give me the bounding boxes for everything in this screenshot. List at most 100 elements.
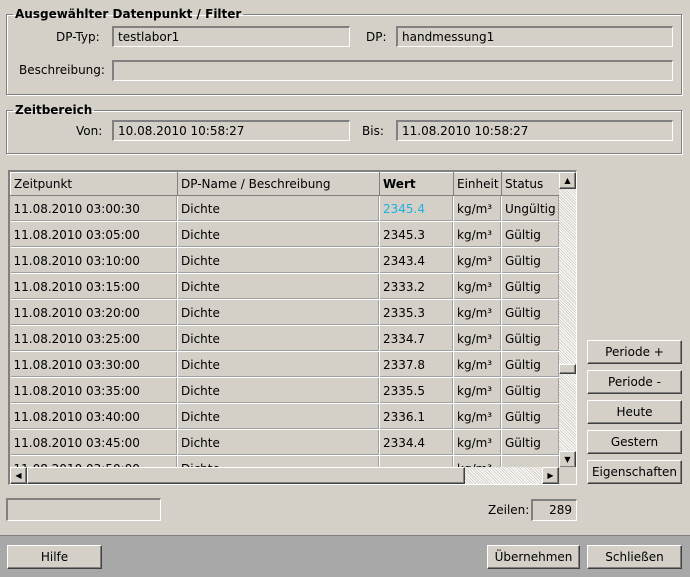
cell-zeitpunkt: 11.08.2010 03:05:00 [10,221,178,248]
table-row[interactable]: 11.08.2010 03:45:00 Dichte 2334.4 kg/m³ Gült… [10,429,559,456]
column-header-wert[interactable]: Wert [379,172,454,196]
cell-dp-name: Dichte [177,429,380,456]
dp-label: DP: [366,30,387,44]
horizontal-scrollbar[interactable]: ◀ ▶ [10,467,559,484]
table-row[interactable]: 11.08.2010 03:05:00 Dichte 2345.3 kg/m³ Gült… [10,221,559,248]
cell-dp-name: Dichte [177,273,380,300]
cell-status: Gültig [501,403,559,430]
bis-label: Bis: [362,124,384,138]
cell-einheit: kg/m³ [453,403,502,430]
dp-typ-field[interactable]: testlabor1 [112,26,350,47]
dp-typ-label: DP-Typ: [56,30,100,44]
periode-minus-button[interactable]: Periode - [587,370,682,394]
dp-field[interactable]: handmessung1 [396,26,673,47]
cell-zeitpunkt: 11.08.2010 03:10:00 [10,247,178,274]
cell-zeitpunkt: 11.08.2010 03:45:00 [10,429,178,456]
table-row[interactable]: 11.08.2010 03:25:00 Dichte 2334.7 kg/m³ Gült… [10,325,559,352]
cell-status: Gültig [501,221,559,248]
cell-zeitpunkt: 11.08.2010 03:15:00 [10,273,178,300]
cell-dp-name: Dichte [177,247,380,274]
table-row[interactable]: 11.08.2010 03:40:00 Dichte 2336.1 kg/m³ Gült… [10,403,559,430]
cell-status: Gültig [501,247,559,274]
cell-status: Gültig [501,325,559,352]
cell-status: Ungültig [501,195,559,222]
cell-zeitpunkt: 11.08.2010 03:30:00 [10,351,178,378]
uebernehmen-button[interactable]: Übernehmen [487,545,580,569]
vertical-scrollbar[interactable]: ▲ ▼ [559,172,576,468]
data-table-grid: Zeitpunkt DP-Name / Beschreibung Wert Ei… [10,172,559,468]
vertical-scroll-thumb[interactable] [559,364,576,374]
table-row[interactable]: 11.08.2010 03:10:00 Dichte 2343.4 kg/m³ Gült… [10,247,559,274]
hilfe-button[interactable]: Hilfe [7,545,102,569]
zeitbereich-legend: Zeitbereich [15,103,93,117]
cell-dp-name: Dichte [177,221,380,248]
cell-zeitpunkt: 11.08.2010 03:00:30 [10,195,178,222]
cell-dp-name: Dichte [177,325,380,352]
cell-wert: 2335.5 [379,377,454,404]
cell-wert: 2345.3 [379,221,454,248]
table-row[interactable]: 11.08.2010 03:20:00 Dichte 2335.3 kg/m³ Gült… [10,299,559,326]
cell-wert: 2335.3 [379,299,454,326]
selection-legend: Ausgewählter Datenpunkt / Filter [15,7,242,21]
cell-wert: 2336.1 [379,403,454,430]
table-header-row: Zeitpunkt DP-Name / Beschreibung Wert Ei… [10,172,559,196]
eigenschaften-button[interactable]: Eigenschaften [587,460,682,484]
cell-dp-name: Dichte [177,299,380,326]
cell-zeitpunkt: 11.08.2010 03:35:00 [10,377,178,404]
cell-einheit: kg/m³ [453,221,502,248]
cell-wert: 2337.8 [379,351,454,378]
cell-zeitpunkt: 11.08.2010 03:40:00 [10,403,178,430]
cell-einheit: kg/m³ [453,429,502,456]
cell-status: Gültig [501,351,559,378]
cell-einheit: kg/m³ [453,299,502,326]
von-field[interactable]: 10.08.2010 10:58:27 [112,120,350,141]
cell-dp-name: Dichte [177,377,380,404]
cell-dp-name: Dichte [177,403,380,430]
beschreibung-label: Beschreibung: [19,63,105,77]
cell-wert: 2334.4 [379,429,454,456]
cell-dp-name: Dichte [177,195,380,222]
cell-einheit: kg/m³ [453,377,502,404]
beschreibung-field[interactable] [112,60,673,81]
cell-zeitpunkt: 11.08.2010 03:25:00 [10,325,178,352]
table-row[interactable]: 11.08.2010 03:30:00 Dichte 2337.8 kg/m³ Gült… [10,351,559,378]
horizontal-scroll-thumb[interactable] [27,467,465,484]
column-header-einheit[interactable]: Einheit [453,172,502,196]
cell-wert: 2345.4 [379,195,454,222]
table-row[interactable]: 11.08.2010 03:35:00 Dichte 2335.5 kg/m³ Gült… [10,377,559,404]
von-label: Von: [76,124,103,138]
gestern-button[interactable]: Gestern [587,430,682,454]
table-row[interactable]: 11.08.2010 03:00:30 Dichte 2345.4 kg/m³ Ungü… [10,195,559,222]
cell-wert: 2334.7 [379,325,454,352]
selection-group: Ausgewählter Datenpunkt / Filter [6,7,682,95]
column-header-zeitpunkt[interactable]: Zeitpunkt [10,172,178,196]
column-header-dp-name[interactable]: DP-Name / Beschreibung [177,172,380,196]
scroll-right-icon[interactable]: ▶ [542,467,559,484]
scroll-up-icon[interactable]: ▲ [559,172,576,189]
zeilen-label: Zeilen: [488,503,530,517]
cell-einheit: kg/m³ [453,195,502,222]
scroll-down-icon[interactable]: ▼ [559,451,576,468]
scroll-left-icon[interactable]: ◀ [10,467,27,484]
schliessen-button[interactable]: Schließen [587,545,682,569]
cell-wert: 2343.4 [379,247,454,274]
cell-einheit: kg/m³ [453,351,502,378]
table-row[interactable]: 11.08.2010 03:15:00 Dichte 2333.2 kg/m³ Gült… [10,273,559,300]
cell-status: Gültig [501,429,559,456]
cell-status: Gültig [501,273,559,300]
scrollbar-corner [559,467,576,484]
column-header-status[interactable]: Status [501,172,559,196]
cell-dp-name: Dichte [177,351,380,378]
cell-status: Gültig [501,299,559,326]
heute-button[interactable]: Heute [587,400,682,424]
cell-einheit: kg/m³ [453,273,502,300]
periode-plus-button[interactable]: Periode + [587,340,682,364]
zeilen-count: 289 [531,499,577,521]
data-table[interactable]: Zeitpunkt DP-Name / Beschreibung Wert Ei… [8,170,577,485]
cell-einheit: kg/m³ [453,247,502,274]
bis-field[interactable]: 11.08.2010 10:58:27 [396,120,673,141]
cell-wert: 2333.2 [379,273,454,300]
cell-einheit: kg/m³ [453,325,502,352]
status-field [6,498,161,521]
cell-status: Gültig [501,377,559,404]
